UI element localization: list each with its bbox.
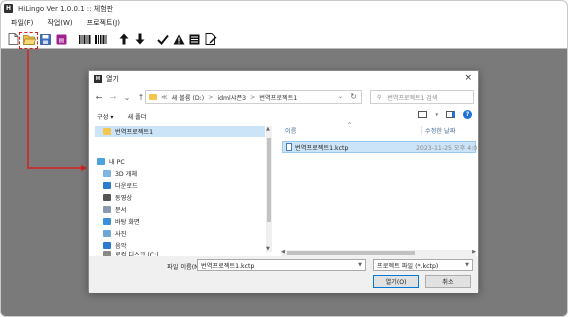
scroll-right-icon[interactable]: ▶ (472, 249, 476, 255)
filename-input[interactable]: 번역프로젝트1.kctp ▼ (197, 259, 366, 271)
file-name: 번역프로젝트1.kctp (295, 144, 349, 152)
breadcrumb-separator: > (208, 93, 214, 101)
3d-objects-icon (103, 170, 111, 177)
column-name[interactable]: 이름 (285, 126, 296, 135)
scrollbar-thumb[interactable] (287, 251, 415, 255)
filetype-value: 프로젝트 파일 (*.kctp) (377, 262, 439, 270)
pc-icon (97, 158, 105, 165)
nav-item-this-pc[interactable]: 내 PC (95, 156, 265, 167)
desktop-icon (103, 218, 111, 225)
scroll-left-icon[interactable]: ◀ (281, 249, 285, 255)
nav-item-label: 3D 개체 (115, 171, 138, 178)
file-date: 2023-11-25 오후 4:0 (416, 144, 478, 152)
pictures-icon (103, 230, 111, 237)
dialog-footer: 파일 이름(N): 번역프로젝트1.kctp ▼ 프로젝트 파일 (*.kctp… (89, 256, 478, 293)
file-list-header: 이름 ^ 수정한 날짜 (281, 122, 476, 136)
app-window: H HiLingo Ver 1.0.0.1 :: 체험판 파일(F) 작업(W)… (0, 0, 568, 317)
file-row[interactable]: 번역프로젝트1.kctp 2023-11-25 오후 4:0 (282, 141, 478, 153)
nav-item-videos[interactable]: 동영상 (95, 192, 265, 203)
dialog-title: 열기 (106, 75, 119, 83)
navigation-row: ← → ⌄ ↑ ≪ 새 볼륨 (D:) > idml샤픈3 > 번역프로젝트1 … (89, 88, 478, 106)
navigation-pane: 번역프로젝트1 내 PC 3D 개체 다운로드 동영상 문서 바탕 화면 사진 … (95, 126, 272, 258)
file-icon (286, 143, 292, 151)
breadcrumb-folder[interactable]: idml샤픈3 (217, 93, 246, 102)
organize-button[interactable]: 구성 ▾ (97, 112, 113, 121)
chevron-down-icon[interactable]: ▼ (358, 262, 362, 268)
music-icon (103, 242, 111, 249)
filetype-select[interactable]: 프로젝트 파일 (*.kctp) ▼ (373, 259, 473, 271)
search-placeholder: 번역프로젝트1 검색 (387, 94, 438, 102)
view-dropdown-icon[interactable]: ▾ (435, 112, 438, 118)
address-dropdown-icon[interactable]: ⌄ (338, 93, 343, 100)
nav-item-label: 문서 (115, 207, 127, 214)
scroll-down-icon[interactable]: ▼ (266, 246, 270, 252)
dialog-title-bar: H 열기 × (89, 71, 478, 87)
sort-indicator-icon: ^ (347, 122, 353, 129)
help-icon[interactable]: ? (463, 110, 472, 119)
address-overflow[interactable]: ≪ (161, 94, 167, 101)
preview-pane-icon[interactable] (446, 111, 455, 118)
cancel-button[interactable]: 취소 (425, 275, 471, 288)
video-icon (103, 194, 111, 201)
breadcrumb-current[interactable]: 번역프로젝트1 (259, 93, 297, 102)
recent-dropdown-icon[interactable]: ⌄ (123, 93, 131, 102)
open-file-dialog: H 열기 × ← → ⌄ ↑ ≪ 새 볼륨 (D:) > idml샤픈3 > 번… (88, 70, 479, 293)
column-date-modified[interactable]: 수정한 날짜 (421, 125, 455, 135)
new-folder-button[interactable]: 새 폴더 (127, 112, 146, 121)
nav-item-label: 음악 (115, 243, 127, 250)
scroll-up-icon[interactable]: ▲ (266, 126, 270, 132)
dialog-logo-icon: H (94, 75, 102, 83)
folder-icon (149, 94, 157, 100)
scrollbar-thumb[interactable] (267, 138, 271, 222)
download-icon (103, 182, 111, 189)
nav-item-project-folder[interactable]: 번역프로젝트1 (95, 126, 265, 137)
nav-pane-scrollbar[interactable]: ▲ ▼ (266, 126, 272, 252)
file-list: 이름 ^ 수정한 날짜 번역프로젝트1.kctp 2023-11-25 오후 4… (281, 122, 478, 250)
open-button[interactable]: 열기(O) (373, 275, 419, 288)
nav-item-3d-objects[interactable]: 3D 개체 (95, 168, 265, 179)
nav-item-documents[interactable]: 문서 (95, 204, 265, 215)
breadcrumb-separator: > (250, 93, 256, 101)
up-folder-icon[interactable]: ↑ (137, 93, 145, 102)
forward-arrow-icon[interactable]: → (109, 93, 117, 102)
search-box[interactable]: ⚲ 번역프로젝트1 검색 (370, 90, 474, 104)
nav-item-label: 다운로드 (115, 183, 138, 190)
nav-item-label: 사진 (115, 231, 127, 238)
documents-icon (103, 206, 111, 213)
filename-value: 번역프로젝트1.kctp (201, 262, 255, 270)
nav-item-desktop[interactable]: 바탕 화면 (95, 216, 265, 227)
nav-item-label: 내 PC (109, 159, 125, 166)
nav-item-downloads[interactable]: 다운로드 (95, 180, 265, 191)
search-icon: ⚲ (377, 93, 382, 101)
close-icon[interactable]: × (464, 73, 472, 83)
folder-icon (103, 128, 111, 135)
nav-item-label: 바탕 화면 (115, 219, 140, 226)
breadcrumb-drive[interactable]: 새 볼륨 (D:) (171, 93, 204, 102)
nav-item-label: 동영상 (115, 195, 133, 202)
chevron-down-icon[interactable]: ▼ (465, 262, 469, 268)
refresh-icon[interactable]: ↻ (350, 92, 357, 101)
command-bar: 구성 ▾ 새 폴더 ▾ ? (89, 109, 478, 124)
nav-item-label: 번역프로젝트1 (115, 129, 154, 136)
back-arrow-icon[interactable]: ← (95, 93, 103, 102)
view-options-icon[interactable] (418, 111, 428, 118)
nav-item-pictures[interactable]: 사진 (95, 228, 265, 239)
address-bar[interactable]: ≪ 새 볼륨 (D:) > idml샤픈3 > 번역프로젝트1 ⌄ ↻ (145, 90, 362, 104)
